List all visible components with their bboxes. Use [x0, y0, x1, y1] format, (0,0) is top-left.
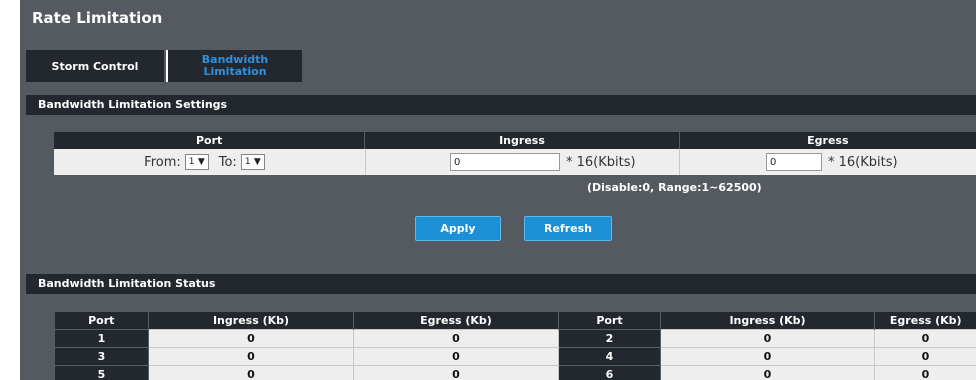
refresh-button[interactable]: Refresh: [524, 216, 612, 241]
table-row: 1 0 0 2 0 0: [54, 329, 976, 348]
rate-limitation-page: Rate Limitation Storm Control Bandwidth …: [20, 0, 976, 380]
ingress-header: Ingress (Kb): [148, 312, 354, 330]
port-header: Port: [54, 312, 149, 330]
settings-row: From: 1 ▼ To: 1 ▼ * 16(Kbits) * 16(Kbits…: [54, 149, 976, 175]
port-cell: 4: [558, 347, 661, 366]
egress-cell: 0: [874, 329, 976, 348]
from-port-value: 1: [188, 157, 195, 167]
settings-table-header: Port Ingress Egress: [54, 132, 976, 149]
dropdown-arrow-icon: ▼: [197, 157, 205, 167]
tab-bandwidth-limitation[interactable]: Bandwidth Limitation: [166, 50, 302, 82]
tab-label: Storm Control: [51, 59, 139, 73]
egress-cell: * 16(Kbits): [679, 149, 976, 175]
ingress-cell: 0: [660, 347, 875, 366]
port-cell: 6: [558, 365, 661, 380]
port-range-cell: From: 1 ▼ To: 1 ▼: [54, 149, 365, 175]
from-port-select[interactable]: 1 ▼: [184, 154, 209, 170]
ingress-header: Ingress (Kb): [660, 312, 875, 330]
egress-input[interactable]: [766, 153, 822, 171]
ingress-unit: * 16(Kbits): [566, 154, 636, 170]
dropdown-arrow-icon: ▼: [253, 157, 261, 167]
egress-cell: 0: [353, 329, 559, 348]
ingress-header: Ingress: [364, 132, 678, 149]
to-label: To:: [218, 154, 237, 170]
tab-storm-control[interactable]: Storm Control: [26, 50, 164, 82]
table-row: 5 0 0 6 0 0: [54, 365, 976, 380]
status-header-row: Port Ingress (Kb) Egress (Kb) Port Ingre…: [54, 312, 976, 330]
port-header: Port: [196, 134, 223, 147]
table-row: 3 0 0 4 0 0: [54, 347, 976, 366]
range-note: (Disable:0, Range:1~62500): [587, 181, 762, 194]
to-port-value: 1: [244, 157, 251, 167]
status-table: Port Ingress (Kb) Egress (Kb) Port Ingre…: [54, 312, 976, 380]
settings-section-header: Bandwidth Limitation Settings: [26, 95, 976, 115]
port-cell: 2: [558, 329, 661, 348]
to-port-select[interactable]: 1 ▼: [240, 154, 265, 170]
ingress-cell: 0: [660, 365, 875, 380]
ingress-cell: 0: [148, 347, 354, 366]
port-cell: 1: [54, 329, 149, 348]
port-cell: 3: [54, 347, 149, 366]
egress-header: Egress (Kb): [874, 312, 976, 330]
apply-button[interactable]: Apply: [415, 216, 501, 241]
egress-header: Egress (Kb): [353, 312, 559, 330]
port-header: Port: [558, 312, 661, 330]
ingress-input[interactable]: [450, 153, 560, 171]
ingress-cell: 0: [660, 329, 875, 348]
egress-cell: 0: [353, 347, 559, 366]
egress-unit: * 16(Kbits): [828, 154, 898, 170]
tab-label: Bandwidth Limitation: [201, 53, 269, 78]
page-title: Rate Limitation: [32, 9, 163, 27]
ingress-cell: * 16(Kbits): [365, 149, 679, 175]
ingress-cell: 0: [148, 365, 354, 380]
from-label: From:: [144, 154, 181, 170]
port-cell: 5: [54, 365, 149, 380]
egress-cell: 0: [874, 365, 976, 380]
egress-cell: 0: [353, 365, 559, 380]
egress-header: Egress: [678, 132, 976, 149]
egress-cell: 0: [874, 347, 976, 366]
status-section-header: Bandwidth Limitation Status: [26, 274, 976, 294]
ingress-cell: 0: [148, 329, 354, 348]
